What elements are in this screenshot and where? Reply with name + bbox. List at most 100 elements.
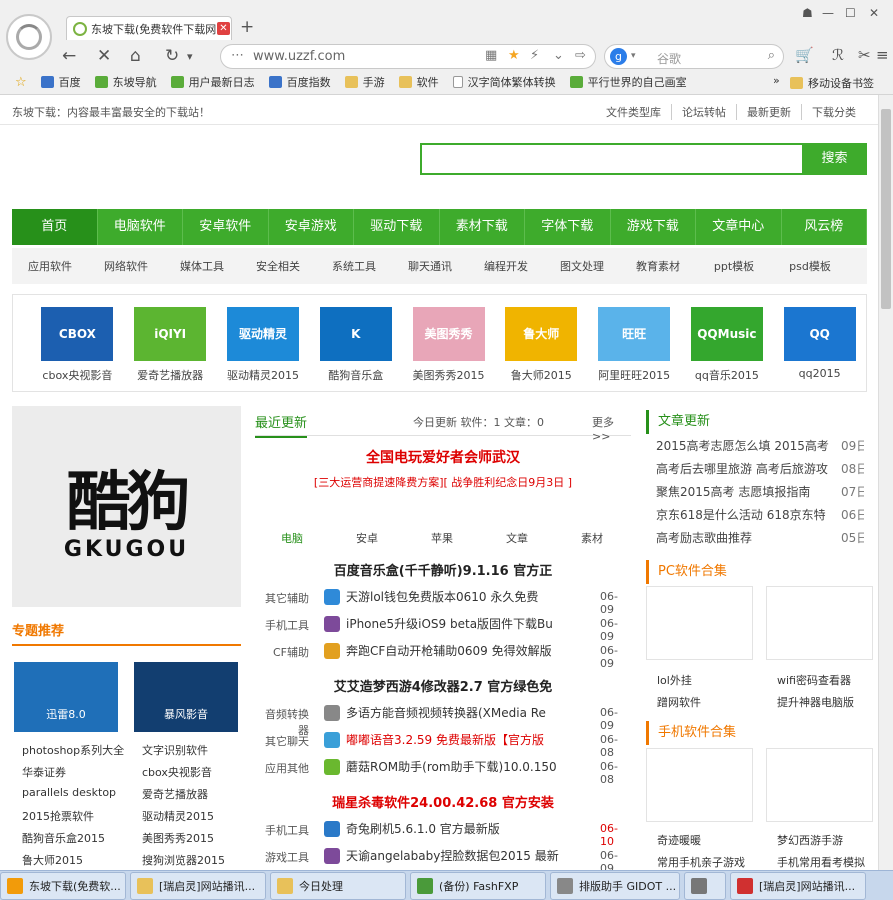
topic-link[interactable]: 2015抢票软件: [22, 808, 94, 824]
row-category[interactable]: 其它聊天: [255, 733, 309, 749]
main-nav-item[interactable]: 安卓软件: [183, 209, 269, 245]
sub-nav-item[interactable]: psd模板: [772, 258, 848, 274]
page-scrollbar[interactable]: [878, 95, 893, 870]
sub-nav-item[interactable]: 媒体工具: [164, 258, 240, 274]
category-tab[interactable]: 文章: [506, 530, 528, 546]
pc-collection-image[interactable]: [766, 586, 873, 660]
sub-nav-item[interactable]: 系统工具: [316, 258, 392, 274]
topic-link[interactable]: 文字识别软件: [142, 742, 208, 758]
update-row[interactable]: 手机工具 奇兔刷机5.6.1.0 官方最新版 06-10: [255, 818, 631, 848]
bookmark-item[interactable]: 汉字简体繁体转换: [452, 74, 556, 90]
row-category[interactable]: 手机工具: [255, 617, 309, 633]
app-icon[interactable]: 驱动精灵: [226, 307, 299, 361]
section-title[interactable]: 百度音乐盒(千千静听)9.1.16 官方正: [255, 560, 631, 579]
row-title[interactable]: 多语方能音频视频转换器(XMedia Re: [346, 704, 560, 721]
main-nav-item[interactable]: 字体下载: [525, 209, 611, 245]
search-engine-icon[interactable]: g: [610, 48, 627, 65]
sub-nav-item[interactable]: 图文处理: [544, 258, 620, 274]
topic-link[interactable]: cbox央视影音: [142, 764, 212, 780]
search-icon[interactable]: ⌕: [768, 48, 775, 63]
taskbar-item[interactable]: 排版助手 GIDOT ...: [550, 872, 680, 900]
topic-link[interactable]: 驱动精灵2015: [142, 808, 214, 824]
mobile-item[interactable]: 手机常用看考模拟: [777, 854, 865, 870]
site-search-input[interactable]: [420, 143, 802, 175]
extension-icon[interactable]: ℛ: [832, 46, 844, 64]
main-nav-item[interactable]: 风云榜: [782, 209, 867, 245]
app-icon[interactable]: K: [319, 307, 392, 361]
update-row[interactable]: 其它辅助 天游lol钱包免费版本0610 永久免费 06-09: [255, 586, 631, 616]
row-category[interactable]: 手机工具: [255, 822, 309, 838]
app-name[interactable]: qq音乐2015: [680, 367, 773, 383]
kugou-banner[interactable]: 酷狗 GKUGOU: [12, 406, 241, 607]
app-name[interactable]: 驱动精灵2015: [217, 367, 310, 383]
app-name[interactable]: cbox央视影音: [31, 367, 124, 383]
mobile-item[interactable]: 奇迹暖暖: [657, 832, 701, 848]
row-category[interactable]: CF辅助: [255, 644, 309, 660]
app-name[interactable]: 阿里旺旺2015: [588, 367, 681, 383]
close-window-button[interactable]: ✕: [869, 6, 879, 20]
app-card[interactable]: K 酷狗音乐盒: [309, 295, 402, 391]
app-card[interactable]: QQ qq2015: [773, 295, 866, 391]
main-nav-item[interactable]: 电脑软件: [98, 209, 183, 245]
star-icon[interactable]: ★: [508, 48, 520, 63]
taskbar-item[interactable]: [684, 872, 726, 900]
home-icon[interactable]: ⌂: [130, 46, 141, 66]
stop-icon[interactable]: ✕: [97, 46, 111, 66]
row-title[interactable]: 天游lol钱包免费版本0610 永久免费: [346, 588, 560, 605]
taskbar-item[interactable]: [瑞启灵]网站播讯...: [130, 872, 266, 900]
app-name[interactable]: 美图秀秀2015: [402, 367, 495, 383]
subheadline-links[interactable]: [三大运营商提速降费方案][ 战争胜利纪念日9月3日 ]: [255, 474, 631, 490]
main-nav-item[interactable]: 首页: [12, 209, 98, 245]
app-name[interactable]: 酷狗音乐盒: [309, 367, 402, 383]
pc-item[interactable]: lol外挂: [657, 672, 692, 688]
main-nav-item[interactable]: 驱动下载: [354, 209, 440, 245]
pc-collection-image[interactable]: [646, 586, 753, 660]
bookmark-item[interactable]: 软件: [398, 74, 439, 90]
engine-dropdown-icon[interactable]: ▾: [631, 51, 636, 61]
toplink-forum[interactable]: 论坛转帖: [671, 104, 736, 120]
taskbar-item[interactable]: 东坡下载(免费软...: [0, 872, 126, 900]
pc-item[interactable]: 蹭网软件: [657, 694, 701, 710]
app-card[interactable]: 美图秀秀 美图秀秀2015: [402, 295, 495, 391]
article-item[interactable]: 高考励志歌曲推荐 05日: [656, 529, 864, 546]
taskbar-item[interactable]: (备份) FashFXP: [410, 872, 546, 900]
maximize-button[interactable]: ☐: [845, 6, 856, 20]
row-title[interactable]: 奔跑CF自动开枪辅助0609 免得效解版: [346, 642, 560, 659]
article-title[interactable]: 聚焦2015高考 志愿填报指南: [656, 485, 810, 499]
app-card[interactable]: CBOX cbox央视影音: [31, 295, 124, 391]
main-nav-item[interactable]: 安卓游戏: [269, 209, 354, 245]
topic-link[interactable]: parallels desktop: [22, 786, 116, 799]
app-card[interactable]: iQIYI 爱奇艺播放器: [124, 295, 217, 391]
row-category[interactable]: 应用其他: [255, 760, 309, 776]
refresh-icon[interactable]: ↻: [165, 46, 179, 66]
article-item[interactable]: 聚焦2015高考 志愿填报指南 07日: [656, 483, 864, 500]
article-title[interactable]: 高考励志歌曲推荐: [656, 531, 752, 545]
back-icon[interactable]: ←: [62, 46, 76, 66]
app-icon[interactable]: 旺旺: [598, 307, 671, 361]
app-icon[interactable]: 鲁大师: [505, 307, 578, 361]
address-bar[interactable]: ⋯ www.uzzf.com ▦ ★ ⚡ ⌄ ⇨: [220, 44, 596, 69]
dropdown-icon[interactable]: ▾: [187, 50, 193, 63]
topic-link[interactable]: photoshop系列大全: [22, 742, 124, 758]
bookmark-item[interactable]: 东坡导航: [94, 74, 157, 90]
mobile-collection-image[interactable]: [766, 748, 873, 822]
minimize-button[interactable]: —: [822, 6, 834, 20]
article-title[interactable]: 高考后去哪里旅游 高考后旅游攻: [656, 462, 828, 476]
scrollbar-thumb[interactable]: [881, 109, 891, 309]
close-tab-icon[interactable]: ✕: [217, 22, 230, 35]
sub-nav-item[interactable]: 安全相关: [240, 258, 316, 274]
bookmarks-more-icon[interactable]: »: [773, 74, 780, 87]
site-search-button[interactable]: 搜索: [802, 143, 867, 175]
app-icon[interactable]: CBOX: [41, 307, 114, 361]
topic-link[interactable]: 美图秀秀2015: [142, 830, 214, 846]
sub-nav-item[interactable]: 应用软件: [12, 258, 88, 274]
mobile-item[interactable]: 常用手机亲子游戏: [657, 854, 745, 870]
section-title[interactable]: 艾艾造梦西游4修改器2.7 官方绿色免: [255, 676, 631, 695]
article-item[interactable]: 京东618是什么活动 618京东特 06日: [656, 506, 864, 523]
topic-link[interactable]: 酷狗音乐盒2015: [22, 830, 105, 846]
toplink-file-types[interactable]: 文件类型库: [596, 104, 671, 120]
forward-icon[interactable]: ⇨: [575, 48, 586, 63]
app-name[interactable]: 爱奇艺播放器: [124, 367, 217, 383]
headline-link[interactable]: 全国电玩爱好者会师武汉: [255, 447, 631, 467]
row-title[interactable]: iPhone5升级iOS9 beta版固件下载Bu: [346, 615, 560, 632]
